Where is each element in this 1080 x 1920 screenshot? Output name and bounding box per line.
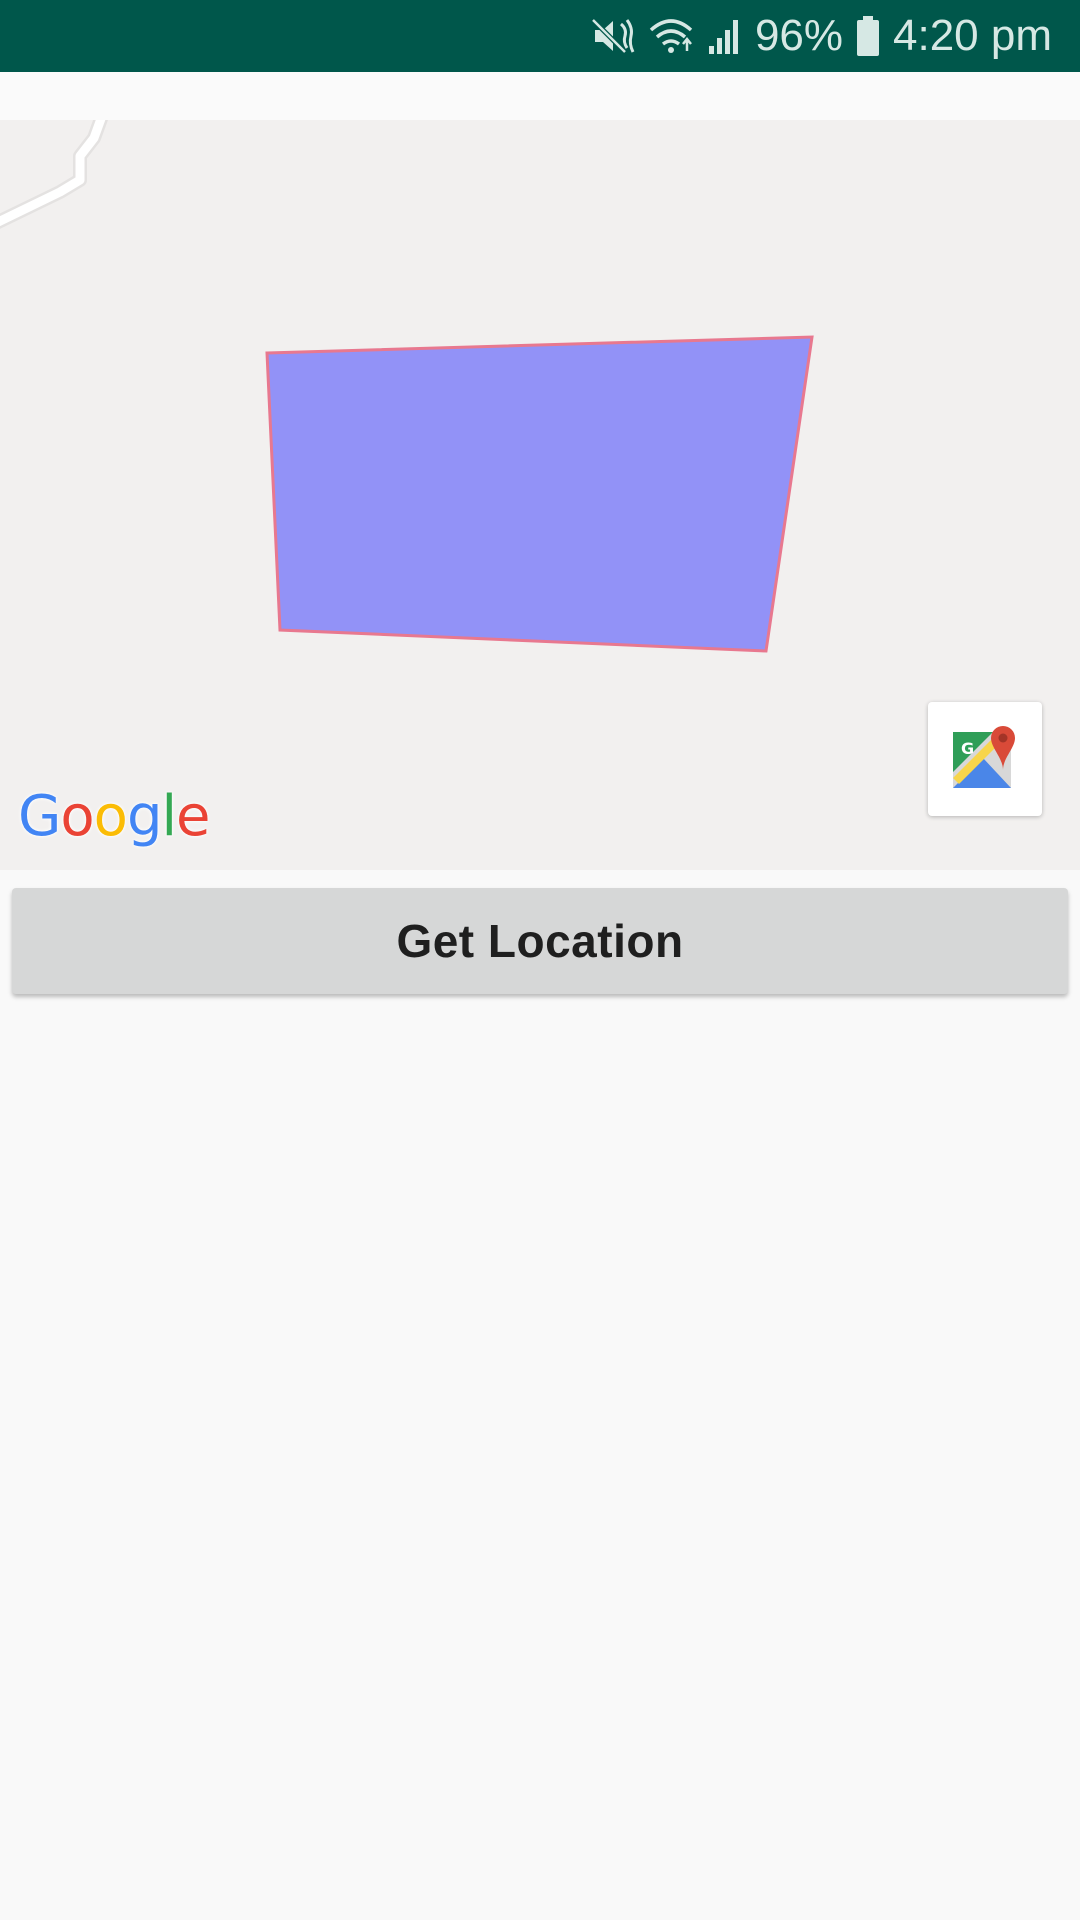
google-logo-letter: G [18,784,61,849]
open-in-google-maps-button[interactable]: G [928,702,1042,816]
map-canvas [0,120,814,653]
google-logo-letter: o [93,784,128,849]
status-time: 4:20 pm [893,11,1052,60]
app-header-gap [0,72,1080,120]
get-location-button[interactable]: Get Location [12,888,1068,994]
wifi-icon [647,14,695,58]
map-view[interactable]: G Google [0,120,1080,870]
google-logo-letter: o [60,784,94,849]
battery-icon [855,14,881,58]
mute-icon [591,14,635,58]
google-logo: Google [18,784,211,849]
status-icons: 96% 4:20 pm [591,0,1052,72]
google-logo-letter: e [176,784,210,849]
map-polygon [265,335,814,653]
svg-text:G: G [961,739,974,758]
battery-percent: 96% [754,11,844,60]
google-logo-letter: l [161,784,177,849]
signal-icon [707,14,743,58]
google-logo-letter: g [126,784,163,849]
google-maps-icon: G [953,724,1017,795]
status-bar: 96% 4:20 pm [0,0,1080,72]
